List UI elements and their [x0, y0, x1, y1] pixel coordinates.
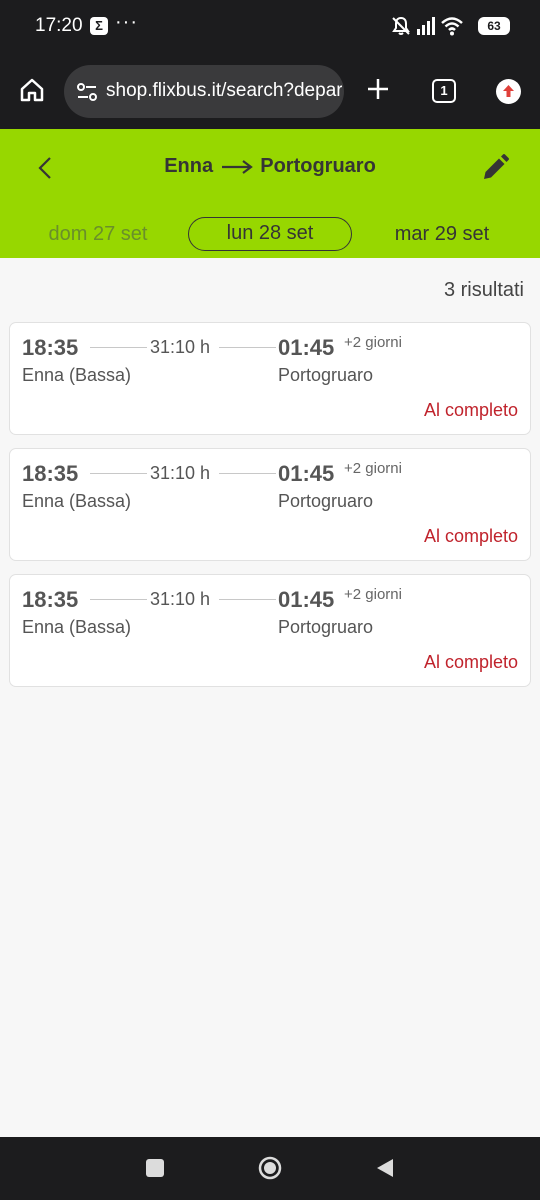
results-count: 3 risultati: [443, 279, 524, 301]
route-title: Enna Portogruaro: [0, 155, 540, 178]
arrival-station: Portogruaro: [278, 617, 374, 637]
site-settings-icon[interactable]: [75, 80, 99, 104]
availability-status: Al completo: [423, 400, 518, 420]
more-notifications-icon: ···: [115, 11, 138, 33]
arrival-station: Portogruaro: [278, 491, 374, 511]
home-circle-icon[interactable]: [258, 1156, 282, 1180]
departure-time: 18:35: [22, 461, 79, 486]
divider: [90, 599, 147, 600]
mute-icon: [392, 16, 410, 35]
wifi-icon: [441, 17, 463, 36]
address-bar[interactable]: shop.flixbus.it/search?departureCity: [64, 65, 344, 118]
availability-status: Al completo: [423, 526, 518, 546]
divider: [219, 347, 276, 348]
browser-toolbar: shop.flixbus.it/search?departureCity 1: [0, 54, 540, 129]
day-offset: +2 giorni: [344, 460, 402, 477]
route-from: Enna: [164, 155, 214, 177]
search-header: Enna Portogruaro dom 27 set lun 28 set m…: [0, 129, 540, 258]
arrival-time: 01:45: [278, 587, 335, 612]
status-time: 17:20: [35, 15, 83, 36]
availability-status: Al completo: [423, 652, 518, 672]
recents-icon[interactable]: [146, 1159, 164, 1177]
trip-duration: 31:10 h: [150, 337, 211, 357]
pencil-icon[interactable]: [480, 153, 510, 183]
battery-icon: 63: [478, 17, 510, 35]
update-icon[interactable]: [496, 79, 521, 104]
signal-icon: [417, 17, 435, 35]
departure-time: 18:35: [22, 335, 79, 360]
departure-station: Enna (Bassa): [22, 365, 132, 385]
home-icon[interactable]: [19, 77, 45, 103]
arrival-station: Portogruaro: [278, 365, 374, 385]
trip-card[interactable]: 18:35 31:10 h 01:45 +2 giorni Enna (Bass…: [9, 322, 531, 435]
arrival-time: 01:45: [278, 461, 335, 486]
trip-duration: 31:10 h: [150, 463, 211, 483]
trip-card[interactable]: 18:35 31:10 h 01:45 +2 giorni Enna (Bass…: [9, 574, 531, 687]
divider: [219, 599, 276, 600]
day-next-tab[interactable]: mar 29 set: [368, 217, 516, 251]
day-offset: +2 giorni: [344, 586, 402, 603]
day-prev-tab[interactable]: dom 27 set: [22, 217, 174, 251]
day-offset: +2 giorni: [344, 334, 402, 351]
sigma-icon: Σ: [90, 17, 108, 35]
url-text[interactable]: shop.flixbus.it/search?departureCity: [106, 80, 342, 102]
departure-station: Enna (Bassa): [22, 491, 132, 511]
route-to: Portogruaro: [260, 155, 376, 177]
arrow-right-icon: [221, 159, 253, 174]
divider: [219, 473, 276, 474]
arrival-time: 01:45: [278, 335, 335, 360]
day-current-tab[interactable]: lun 28 set: [188, 217, 352, 251]
trip-card[interactable]: 18:35 31:10 h 01:45 +2 giorni Enna (Bass…: [9, 448, 531, 561]
new-tab-icon[interactable]: [365, 76, 391, 102]
trip-duration: 31:10 h: [150, 589, 211, 609]
tab-switcher-button[interactable]: 1: [432, 79, 456, 103]
status-bar: 17:20 Σ ··· 63: [0, 0, 540, 54]
departure-time: 18:35: [22, 587, 79, 612]
system-nav-bar: [0, 1137, 540, 1200]
divider: [90, 347, 147, 348]
back-triangle-icon[interactable]: [374, 1157, 396, 1179]
departure-station: Enna (Bassa): [22, 617, 132, 637]
divider: [90, 473, 147, 474]
